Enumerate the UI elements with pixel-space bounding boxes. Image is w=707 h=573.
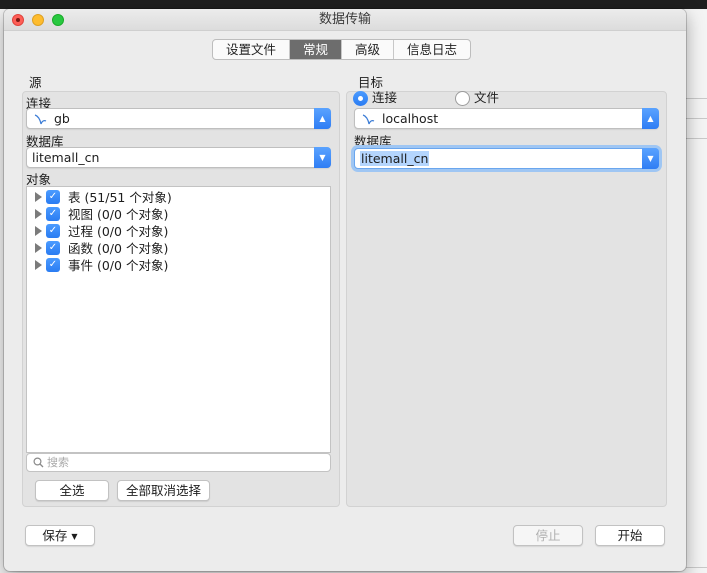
source-connection-select[interactable]: gb ▲ xyxy=(26,108,331,129)
updown-arrows-icon: ▲ xyxy=(314,108,331,129)
maximize-window-button[interactable] xyxy=(52,14,64,26)
source-section-title: 源 xyxy=(29,75,42,90)
source-database-value: litemall_cn xyxy=(32,150,100,165)
target-connection-value: localhost xyxy=(382,111,439,126)
background-divider xyxy=(686,567,707,568)
checkbox-checked-icon[interactable]: ✓ xyxy=(46,241,60,255)
window-title: 数据传输 xyxy=(318,12,371,27)
tree-row-functions[interactable]: ✓ 函数 (0/0 个对象) xyxy=(27,240,327,257)
start-button[interactable]: 开始 xyxy=(595,525,665,546)
checkbox-checked-icon[interactable]: ✓ xyxy=(46,258,60,272)
tab-general[interactable]: 常规 xyxy=(290,40,343,59)
radio-selected-icon[interactable] xyxy=(353,91,368,106)
background-menubar xyxy=(0,0,707,9)
background-divider xyxy=(686,138,707,139)
select-all-button[interactable]: 全选 xyxy=(35,480,109,501)
checkbox-checked-icon[interactable]: ✓ xyxy=(46,224,60,238)
tab-settings-file[interactable]: 设置文件 xyxy=(213,40,291,59)
disclosure-triangle-icon[interactable] xyxy=(35,226,42,236)
target-database-value[interactable]: litemall_cn xyxy=(360,151,430,166)
save-button[interactable]: 保存 ▼ xyxy=(25,525,95,546)
data-transfer-window: 数据传输 设置文件 常规 高级 信息日志 源 连接 gb ▲ 数据库 litem… xyxy=(4,9,686,571)
stop-button[interactable]: 停止 xyxy=(513,525,583,546)
disclosure-triangle-icon[interactable] xyxy=(35,260,42,270)
source-database-select[interactable]: litemall_cn ▼ xyxy=(26,147,331,168)
tree-row-procedures[interactable]: ✓ 过程 (0/0 个对象) xyxy=(27,223,327,240)
chevron-down-icon: ▼ xyxy=(314,147,331,168)
chevron-down-icon[interactable]: ▼ xyxy=(642,148,659,169)
updown-arrows-icon: ▲ xyxy=(642,108,659,129)
search-input[interactable] xyxy=(47,455,317,470)
tab-advanced[interactable]: 高级 xyxy=(342,40,395,59)
background-divider xyxy=(686,98,707,99)
tab-bar: 设置文件 常规 高级 信息日志 xyxy=(212,39,472,60)
tree-row-events[interactable]: ✓ 事件 (0/0 个对象) xyxy=(27,257,327,274)
deselect-all-button[interactable]: 全部取消选择 xyxy=(117,480,210,501)
tab-info-log[interactable]: 信息日志 xyxy=(394,40,470,59)
target-section-title: 目标 xyxy=(358,75,384,90)
mysql-dolphin-icon xyxy=(362,114,375,125)
disclosure-triangle-icon[interactable] xyxy=(35,209,42,219)
tree-row-views[interactable]: ✓ 视图 (0/0 个对象) xyxy=(27,206,327,223)
minimize-window-button[interactable] xyxy=(32,14,44,26)
search-icon xyxy=(33,457,44,468)
close-window-button[interactable] xyxy=(12,14,24,26)
checkbox-checked-icon[interactable]: ✓ xyxy=(46,207,60,221)
background-divider xyxy=(686,118,707,119)
objects-tree: ✓ 表 (51/51 个对象) ✓ 视图 (0/0 个对象) ✓ 过程 (0/0… xyxy=(26,186,331,453)
title-bar: 数据传输 xyxy=(4,9,686,31)
source-connection-value: gb xyxy=(54,111,70,126)
tree-row-tables[interactable]: ✓ 表 (51/51 个对象) xyxy=(27,189,327,206)
target-database-combobox[interactable]: litemall_cn ▼ xyxy=(354,148,659,169)
objects-search-field[interactable] xyxy=(26,453,331,472)
target-connection-select[interactable]: localhost ▲ xyxy=(354,108,659,129)
mysql-dolphin-icon xyxy=(34,114,47,125)
checkbox-checked-icon[interactable]: ✓ xyxy=(46,190,60,204)
disclosure-triangle-icon[interactable] xyxy=(35,192,42,202)
radio-unselected-icon[interactable] xyxy=(455,91,470,106)
dropdown-caret-icon: ▼ xyxy=(71,532,78,541)
disclosure-triangle-icon[interactable] xyxy=(35,243,42,253)
